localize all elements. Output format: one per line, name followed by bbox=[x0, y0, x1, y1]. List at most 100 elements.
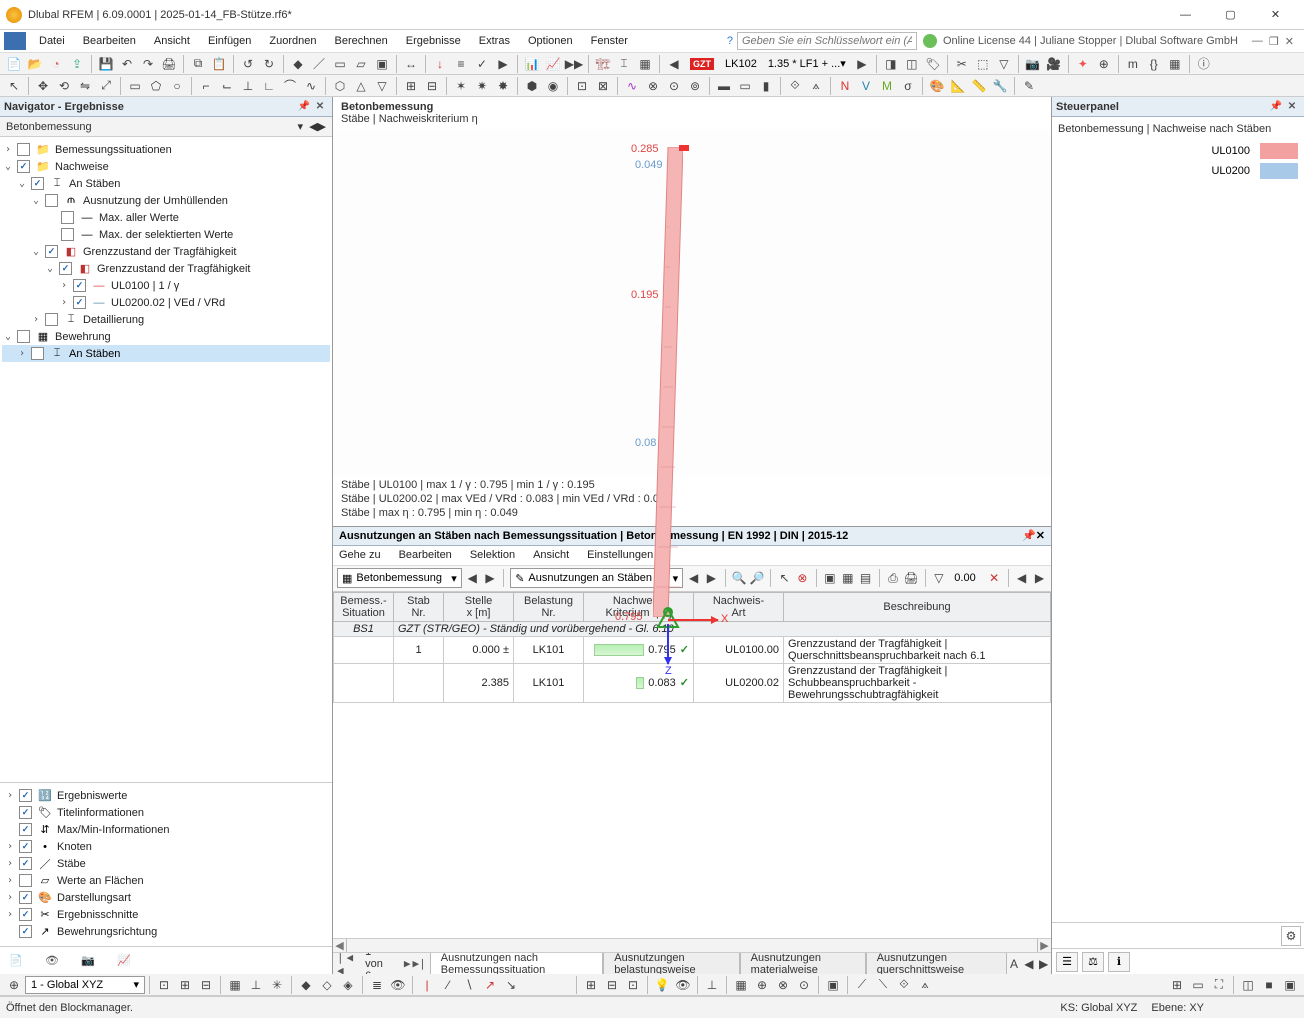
table-menu-einstellungen[interactable]: Einstellungen bbox=[587, 549, 653, 561]
print-icon[interactable]: 🖨 bbox=[159, 54, 179, 74]
tbl-next-icon[interactable]: ▶ bbox=[1032, 568, 1047, 588]
panel-pin-icon[interactable]: 📌 bbox=[296, 99, 312, 115]
mirror-icon[interactable]: ⇋ bbox=[75, 76, 95, 96]
video-icon[interactable]: 🎥 bbox=[1044, 54, 1064, 74]
concrete-icon[interactable]: ▦ bbox=[635, 54, 655, 74]
keyword-search-input[interactable] bbox=[737, 32, 917, 50]
gzt-badge[interactable]: GZT bbox=[685, 54, 719, 74]
panel-pin-icon[interactable]: 📌 bbox=[1268, 99, 1284, 115]
cursor-icon[interactable]: ↖ bbox=[4, 76, 24, 96]
t32-icon[interactable]: 🎨 bbox=[927, 76, 947, 96]
panel-close-icon[interactable]: ✕ bbox=[312, 99, 328, 115]
v-wire-icon[interactable]: ◫ bbox=[1238, 975, 1258, 995]
table-menu-selektion[interactable]: Selektion bbox=[470, 549, 515, 561]
d2-icon[interactable]: ⟍ bbox=[873, 975, 893, 995]
g1-icon[interactable]: ⊞ bbox=[581, 975, 601, 995]
table-tab[interactable]: Ausnutzungen materialweise bbox=[740, 952, 866, 974]
panel-settings-icon[interactable]: ⚙ bbox=[1281, 926, 1301, 946]
anim-icon[interactable]: ▶▶ bbox=[564, 54, 584, 74]
clear-icon[interactable]: ⊗ bbox=[795, 568, 810, 588]
share-icon[interactable]: ⇪ bbox=[67, 54, 87, 74]
run-icon[interactable]: ▶ bbox=[493, 54, 513, 74]
minimize-button[interactable]: ― bbox=[1163, 1, 1208, 29]
v-render-icon[interactable]: ▣ bbox=[1280, 975, 1300, 995]
new-icon[interactable]: 📄 bbox=[4, 54, 24, 74]
sel-circ-icon[interactable]: ○ bbox=[167, 76, 187, 96]
units-icon[interactable]: m bbox=[1123, 54, 1143, 74]
h-scrollbar[interactable]: ◀ ▶ bbox=[333, 938, 1051, 952]
dim-icon[interactable]: ↔ bbox=[401, 54, 421, 74]
sel-rect-icon[interactable]: ▭ bbox=[125, 76, 145, 96]
load-icon[interactable]: ↓ bbox=[430, 54, 450, 74]
tree-node[interactable]: Max. der selektierten Werte bbox=[97, 229, 233, 241]
w4-icon[interactable]: ⊙ bbox=[794, 975, 814, 995]
snap2-icon[interactable]: ⊞ bbox=[175, 975, 195, 995]
grid2-icon[interactable]: ▦ bbox=[225, 975, 245, 995]
hb5-icon[interactable]: ↘ bbox=[501, 975, 521, 995]
caption-icon[interactable]: 🏷 bbox=[923, 54, 943, 74]
table-menu-ansicht[interactable]: Ansicht bbox=[533, 549, 569, 561]
panel-tab-scale-icon[interactable]: ⚖ bbox=[1082, 952, 1104, 972]
tree-node[interactable]: An Stäben bbox=[67, 178, 120, 190]
d4-icon[interactable]: ⟑ bbox=[915, 975, 935, 995]
grid-icon[interactable]: ✦ bbox=[1073, 54, 1093, 74]
table-row[interactable]: 2.385 LK101 0.083✓ UL0200.02 Grenzzustan… bbox=[334, 663, 1051, 702]
table-tab[interactable]: Ausnutzungen belastungsweise bbox=[603, 952, 739, 974]
diagram-icon[interactable]: 📈 bbox=[543, 54, 563, 74]
t2-icon[interactable]: ⌙ bbox=[217, 76, 237, 96]
table-pin-icon[interactable]: 📌 bbox=[1022, 529, 1036, 542]
design-icon[interactable]: 🏗 bbox=[593, 54, 613, 74]
t17-icon[interactable]: ⊡ bbox=[572, 76, 592, 96]
tree-node[interactable]: Nachweise bbox=[53, 161, 109, 173]
tree-node[interactable]: Ausnutzung der Umhüllenden bbox=[81, 195, 228, 207]
tree-node[interactable]: Grenzzustand der Tragfähigkeit bbox=[81, 246, 236, 258]
check-icon[interactable]: ✓ bbox=[472, 54, 492, 74]
filter-icon[interactable]: ▽ bbox=[931, 568, 946, 588]
a-icon[interactable]: ↺ bbox=[238, 54, 258, 74]
panel-tab-info-icon[interactable]: ℹ bbox=[1108, 952, 1130, 972]
combo-next-icon[interactable]: ▶ bbox=[483, 568, 498, 588]
tab-more-icon[interactable]: ◀ bbox=[1021, 954, 1036, 974]
eye-icon[interactable]: 👁 bbox=[673, 975, 693, 995]
tab-a-icon[interactable]: A bbox=[1007, 954, 1022, 974]
light-icon[interactable]: 💡 bbox=[652, 975, 672, 995]
t28-icon[interactable]: N bbox=[835, 76, 855, 96]
nav-sub-prev-icon[interactable]: ◀ bbox=[309, 120, 317, 133]
t18-icon[interactable]: ⊠ bbox=[593, 76, 613, 96]
tree-node[interactable]: Detaillierung bbox=[81, 314, 144, 326]
recent-icon[interactable]: ◔ bbox=[46, 54, 66, 74]
col-header[interactable]: Bemess.-Situation bbox=[334, 592, 394, 621]
snap3-icon[interactable]: ⊟ bbox=[196, 975, 216, 995]
t5-icon[interactable]: ⌒ bbox=[280, 76, 300, 96]
unit-toggle[interactable]: 0.00 bbox=[949, 568, 980, 588]
table-menu-bearbeiten[interactable]: Bearbeiten bbox=[399, 549, 452, 561]
combo-prev-icon[interactable]: ◀ bbox=[465, 568, 480, 588]
surface-icon[interactable]: ▱ bbox=[351, 54, 371, 74]
t35-icon[interactable]: 🔧 bbox=[990, 76, 1010, 96]
t11-icon[interactable]: ⊟ bbox=[422, 76, 442, 96]
section-icon[interactable]: ⬚ bbox=[973, 54, 993, 74]
t7-icon[interactable]: ⬡ bbox=[330, 76, 350, 96]
block-icon[interactable]: ▦ bbox=[1165, 54, 1185, 74]
t6-icon[interactable]: ∿ bbox=[301, 76, 321, 96]
nav-tab-results-icon[interactable]: 📈 bbox=[114, 951, 134, 971]
print-table-icon[interactable]: 🖨 bbox=[904, 568, 919, 588]
panel-close-icon[interactable]: ✕ bbox=[1284, 99, 1300, 115]
check-titel[interactable] bbox=[19, 806, 32, 819]
results-table[interactable]: Bemess.-Situation StabNr. Stellex [m] Be… bbox=[333, 592, 1051, 939]
tree-node[interactable]: UL0100 | 1 / γ bbox=[109, 280, 179, 292]
cursor-icon[interactable]: ↖ bbox=[777, 568, 792, 588]
nav-tab-views-icon[interactable]: 👁 bbox=[42, 951, 62, 971]
menu-extras[interactable]: Extras bbox=[470, 33, 519, 49]
steel-icon[interactable]: ⌶ bbox=[614, 54, 634, 74]
tree-node[interactable]: Grenzzustand der Tragfähigkeit bbox=[95, 263, 250, 275]
v-solid-icon[interactable]: ■ bbox=[1259, 975, 1279, 995]
menu-fenster[interactable]: Fenster bbox=[582, 33, 637, 49]
tree-node-selected[interactable]: An Stäben bbox=[67, 348, 120, 360]
check-darstellung[interactable] bbox=[19, 891, 32, 904]
nav-sub-next-icon[interactable]: ▶ bbox=[318, 120, 326, 133]
hb1-icon[interactable]: | bbox=[417, 975, 437, 995]
table-group-row[interactable]: BS1 GZT (STR/GEO) - Ständig und vorüberg… bbox=[334, 621, 1051, 636]
open-icon[interactable]: 📂 bbox=[25, 54, 45, 74]
view-solid-icon[interactable]: ▦ bbox=[840, 568, 855, 588]
